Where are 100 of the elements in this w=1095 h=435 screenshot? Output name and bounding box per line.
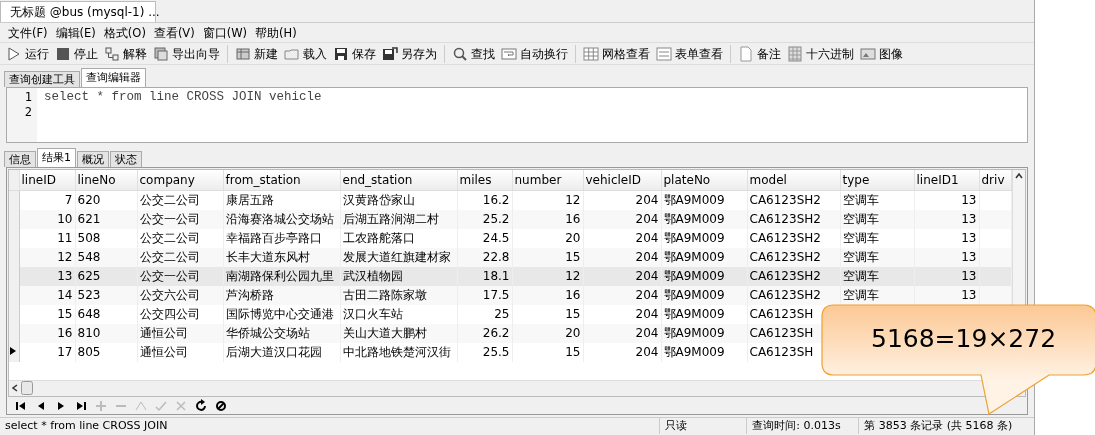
query-time: 查询时间: 0.013s bbox=[747, 418, 860, 434]
table-cell: 通恒公司 bbox=[137, 342, 223, 362]
table-cell: 810 bbox=[75, 323, 137, 343]
column-header[interactable]: driv bbox=[979, 170, 1011, 191]
table-cell: 12 bbox=[512, 190, 583, 210]
table-cell: 15 bbox=[512, 342, 583, 362]
run-icon bbox=[6, 45, 22, 62]
table-cell: 204 bbox=[583, 323, 661, 343]
toolbar-button[interactable]: 备注 bbox=[736, 44, 783, 63]
tab[interactable]: 查询创建工具 bbox=[4, 71, 80, 87]
tab[interactable]: 状态 bbox=[110, 151, 142, 167]
toolbar-button[interactable]: 图像 bbox=[858, 44, 905, 63]
toolbar-button[interactable]: 自动换行 bbox=[499, 44, 570, 63]
column-header[interactable]: lineNo bbox=[75, 170, 137, 191]
table-cell: 公交二公司 bbox=[137, 247, 223, 267]
menu-item[interactable]: 格式(O) bbox=[99, 25, 150, 40]
table-row[interactable]: 12 548 公交二公司 长丰大道东风村 发展大道红旗建材家 22.8 15 204 鄂A9M009 CA6123SH2 空调车 13 bbox=[9, 247, 1011, 267]
tab[interactable]: 概况 bbox=[77, 151, 109, 167]
toolbar-button[interactable]: 运行 bbox=[4, 44, 51, 63]
menu-item[interactable]: 查看(V) bbox=[149, 25, 199, 40]
column-header[interactable]: plateNo bbox=[661, 170, 747, 191]
column-header[interactable]: miles bbox=[457, 170, 512, 191]
column-header[interactable]: lineID1 bbox=[914, 170, 979, 191]
table-cell: 25 bbox=[457, 304, 512, 324]
toolbar-button[interactable]: 载入 bbox=[282, 44, 329, 63]
stop-circle-icon bbox=[214, 399, 228, 413]
toolbar-button[interactable]: 另存为 bbox=[380, 44, 439, 63]
table-cell: 12 bbox=[512, 266, 583, 286]
sql-editor[interactable]: 1 2 select * from line CROSS JOIN vehicle bbox=[6, 87, 1028, 143]
table-cell: 鄂A9M009 bbox=[661, 190, 747, 210]
save-as-icon bbox=[382, 45, 398, 62]
column-header[interactable]: lineID bbox=[19, 170, 75, 191]
toolbar-button[interactable]: 查找 bbox=[450, 44, 497, 63]
horizontal-scrollbar[interactable] bbox=[9, 380, 1025, 396]
tab[interactable]: 信息 bbox=[4, 151, 36, 167]
toolbar-button[interactable]: 新建 bbox=[233, 44, 280, 63]
table-cell: 13 bbox=[914, 228, 979, 248]
scroll-thumb[interactable] bbox=[21, 381, 33, 395]
table-cell: 13 bbox=[914, 209, 979, 229]
diagram-icon bbox=[104, 45, 120, 62]
toolbar-button[interactable]: 停止 bbox=[53, 44, 100, 63]
table-cell: 204 bbox=[583, 228, 661, 248]
column-header[interactable]: vehicleID bbox=[583, 170, 661, 191]
table-cell: 鄂A9M009 bbox=[661, 228, 747, 248]
toolbar-button[interactable]: 导出向导 bbox=[151, 44, 222, 63]
table-cell: 20 bbox=[512, 323, 583, 343]
table-cell: 13 bbox=[914, 266, 979, 286]
column-header[interactable]: from_station bbox=[223, 170, 340, 191]
table-cell: 621 bbox=[75, 209, 137, 229]
table-cell: CA6123SH2 bbox=[747, 228, 840, 248]
table-row[interactable]: 10 621 公交一公司 沿海赛洛城公交场站 后湖五路涧湖二村 25.2 16 204 鄂A9M009 CA6123SH2 空调车 13 bbox=[9, 209, 1011, 229]
table-row[interactable]: 11 508 公交二公司 幸福路百步亭路口 工农路舵落口 24.5 20 204 鄂A9M009 CA6123SH2 空调车 13 bbox=[9, 228, 1011, 248]
table-cell: 公交六公司 bbox=[137, 285, 223, 305]
table-cell: 15 bbox=[19, 304, 75, 324]
toolbar-button[interactable]: 保存 bbox=[331, 44, 378, 63]
last-record-icon bbox=[74, 399, 88, 413]
menu-item[interactable]: 窗口(W) bbox=[198, 25, 252, 40]
table-cell: 12 bbox=[19, 247, 75, 267]
table-cell: CA6123SH2 bbox=[747, 266, 840, 286]
toolbar-button[interactable]: 网格查看 bbox=[581, 44, 652, 63]
column-header[interactable]: end_station bbox=[340, 170, 457, 191]
code-line: select * from line CROSS JOIN vehicle bbox=[44, 90, 322, 105]
column-header[interactable]: type bbox=[840, 170, 914, 191]
table-cell: 空调车 bbox=[840, 228, 914, 248]
table-cell: 22.8 bbox=[457, 247, 512, 267]
column-header[interactable]: model bbox=[747, 170, 840, 191]
table-cell: 鄂A9M009 bbox=[661, 209, 747, 229]
save-icon bbox=[333, 45, 349, 62]
table-cell: 南湖路保利公园九里 bbox=[223, 266, 340, 286]
menu-item[interactable]: 编辑(E) bbox=[51, 25, 100, 40]
table-cell: 中北路地铁楚河汉街 bbox=[340, 342, 457, 362]
table-cell: 鄂A9M009 bbox=[661, 247, 747, 267]
column-header[interactable]: number bbox=[512, 170, 583, 191]
menu-item[interactable]: 文件(F) bbox=[4, 25, 52, 40]
line-number: 2 bbox=[24, 105, 32, 120]
table-cell: 17.5 bbox=[457, 285, 512, 305]
toolbar-button[interactable]: 解释 bbox=[102, 44, 149, 63]
table-cell: 25.2 bbox=[457, 209, 512, 229]
grid-icon bbox=[787, 45, 803, 62]
table-cell: 汉口火车站 bbox=[340, 304, 457, 324]
table-cell: 20 bbox=[512, 228, 583, 248]
table-cell: 508 bbox=[75, 228, 137, 248]
table-cell: 204 bbox=[583, 190, 661, 210]
column-header[interactable]: company bbox=[137, 170, 223, 191]
menu-item[interactable]: 帮助(H) bbox=[251, 25, 301, 40]
table-cell: 548 bbox=[75, 247, 137, 267]
toolbar-button[interactable]: 十六进制 bbox=[785, 44, 856, 63]
tab[interactable]: 结果1 bbox=[37, 148, 76, 167]
toolbar-button[interactable]: 表单查看 bbox=[654, 44, 725, 63]
table-cell: 空调车 bbox=[840, 266, 914, 286]
table-cell: 空调车 bbox=[840, 247, 914, 267]
table-cell: 古田二路陈家墩 bbox=[340, 285, 457, 305]
table-row[interactable]: 7 620 公交二公司 康居五路 汉黄路岱家山 16.2 12 204 鄂A9M009 CA6123SH2 空调车 13 bbox=[9, 190, 1011, 210]
table-cell: 14 bbox=[19, 285, 75, 305]
table-cell: 805 bbox=[75, 342, 137, 362]
tab[interactable]: 查询编辑器 bbox=[81, 68, 146, 87]
table-cell: 204 bbox=[583, 285, 661, 305]
table-cell: 16 bbox=[19, 323, 75, 343]
export-icon bbox=[153, 45, 169, 62]
table-cell: 18.1 bbox=[457, 266, 512, 286]
